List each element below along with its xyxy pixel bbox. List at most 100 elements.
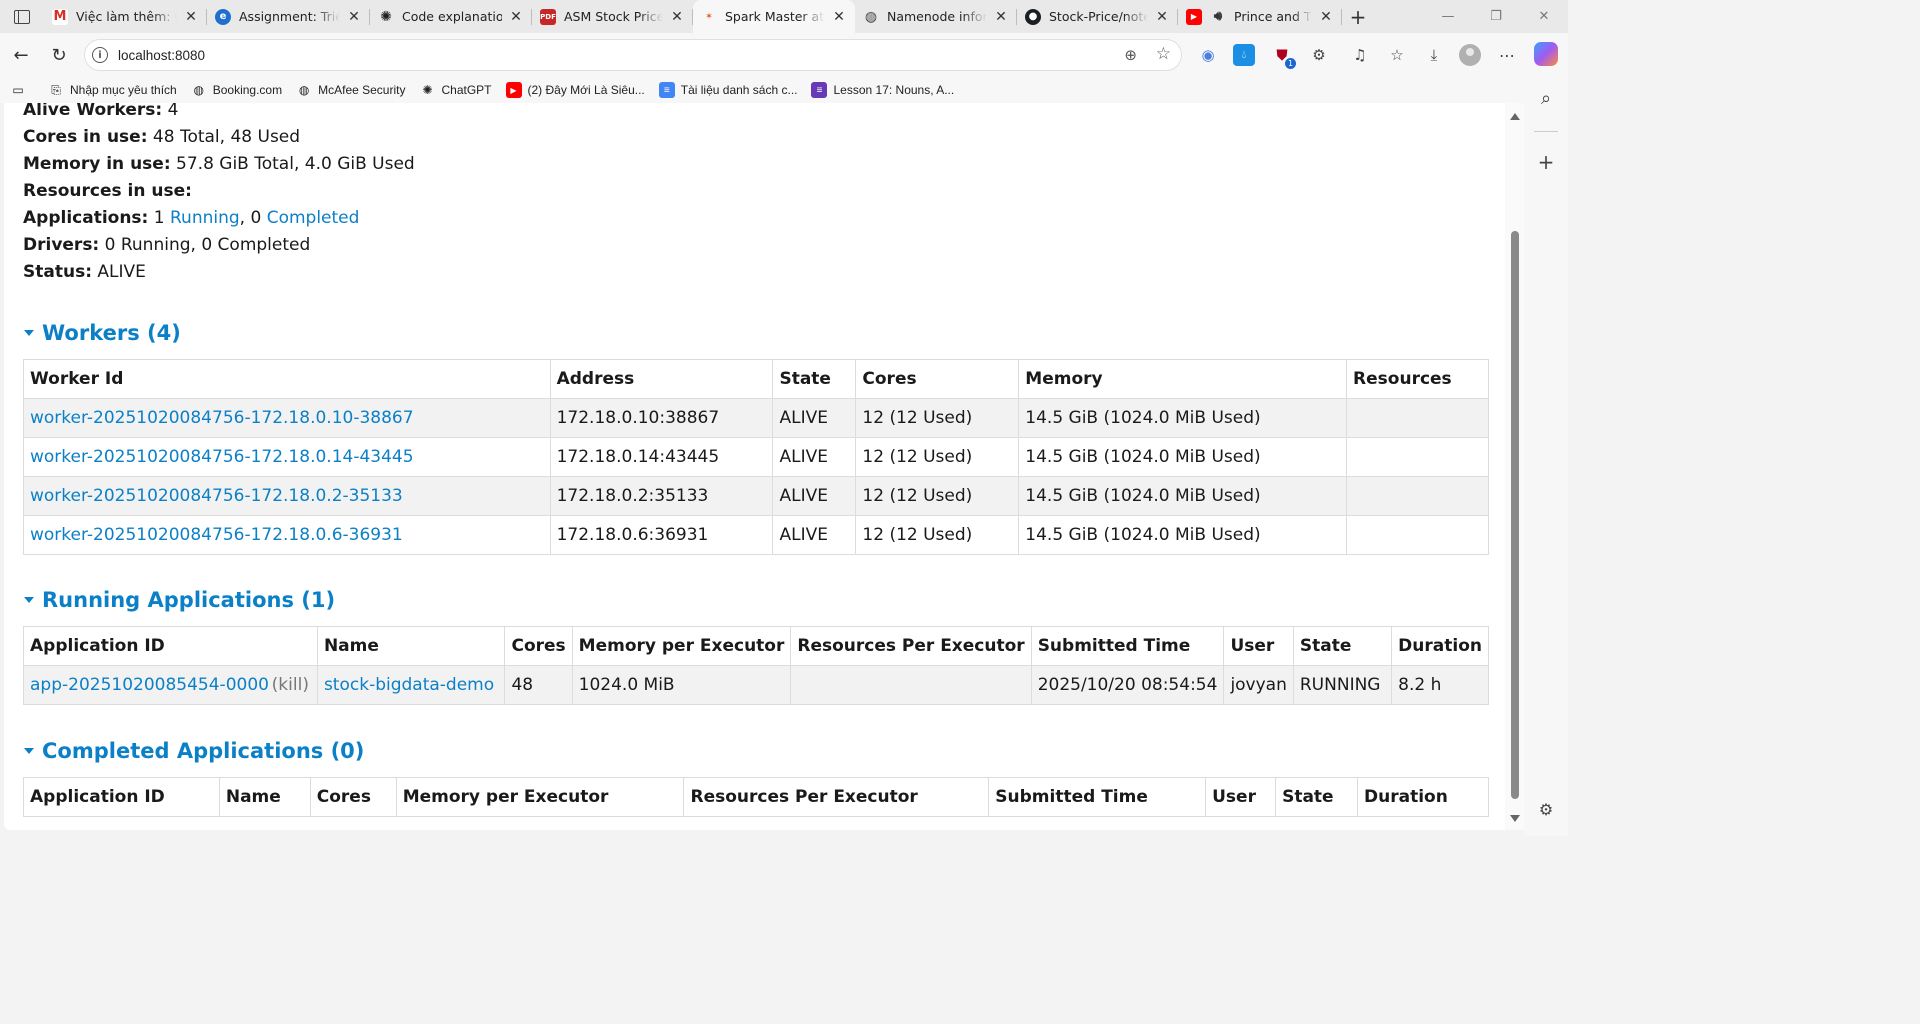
column-header[interactable]: Name <box>316 626 506 666</box>
workspaces-button[interactable] <box>0 0 44 33</box>
column-header[interactable]: User <box>1223 626 1294 666</box>
column-header[interactable]: Resources Per Executor <box>683 777 990 817</box>
scrollbar-thumb[interactable] <box>1511 231 1519 799</box>
worker-resources <box>1346 398 1489 438</box>
app-id-link[interactable]: app-20251020085454-0000 <box>30 675 269 695</box>
google-forms-icon: ≡ <box>811 82 828 98</box>
worker-id-link[interactable]: worker-20251020084756-172.18.0.10-38867 <box>30 408 414 428</box>
extension-search-icon[interactable]: ◉ <box>1197 44 1219 66</box>
scroll-up-arrow-icon[interactable] <box>1510 113 1520 120</box>
kill-app-link[interactable]: (kill) <box>272 675 309 695</box>
running-apps-section-toggle[interactable]: Running Applications (1) <box>23 585 1493 615</box>
column-header[interactable]: Cores <box>504 626 573 666</box>
profile-avatar[interactable] <box>1459 44 1481 66</box>
tab-1[interactable]: e Assignment: Triển ✕ <box>207 0 370 33</box>
extension-shield-icon[interactable]: ⛊ 1 <box>1271 44 1296 69</box>
tab-7[interactable]: ▶ 🔊︎ Prince and Th ✕ <box>1178 0 1342 33</box>
close-tab-icon[interactable]: ✕ <box>346 9 362 25</box>
bookmark-item[interactable]: ⎘ Nhập mục yêu thích <box>48 82 177 98</box>
new-tab-button[interactable]: + <box>1342 5 1374 29</box>
media-control-icon[interactable]: ♫ <box>1349 44 1371 66</box>
completed-apps-link[interactable]: Completed <box>267 208 360 228</box>
tab-strip: M Việc làm thêm: Cố ✕ e Assignment: Triể… <box>0 0 1568 33</box>
extensions-puzzle-icon[interactable]: ⚙ <box>1308 44 1330 66</box>
column-header[interactable]: Resources <box>1346 359 1489 399</box>
chatgpt-icon: ✺ <box>380 8 392 25</box>
column-header[interactable]: Duration <box>1391 626 1489 666</box>
tab-2[interactable]: ✺ Code explanation ✕ <box>370 0 532 33</box>
minimize-icon[interactable]: — <box>1424 0 1472 33</box>
page-scrollbar[interactable] <box>1505 103 1524 830</box>
column-header[interactable]: Address <box>549 359 774 399</box>
worker-state: ALIVE <box>772 398 857 438</box>
tab-5[interactable]: ◍ Namenode inform ✕ <box>855 0 1017 33</box>
bookmark-item[interactable]: ▶ (2) Đây Mới Là Siêu... <box>505 82 645 98</box>
column-header[interactable]: Submitted Time <box>988 777 1207 817</box>
bookmark-item[interactable]: ✺ ChatGPT <box>419 82 491 98</box>
column-header[interactable]: Resources Per Executor <box>790 626 1032 666</box>
back-arrow-icon[interactable]: ← <box>2 39 40 71</box>
bookmark-item[interactable]: ◍ McAfee Security <box>296 82 406 98</box>
workers-section-toggle[interactable]: Workers (4) <box>23 318 1493 348</box>
more-menu-icon[interactable]: ⋯ <box>1496 44 1518 66</box>
favorites-icon[interactable]: ☆ <box>1386 44 1408 66</box>
column-header[interactable]: Worker Id <box>23 359 551 399</box>
tab-3[interactable]: PDF ASM Stock Price B ✕ <box>532 0 693 33</box>
tab-0[interactable]: M Việc làm thêm: Cố ✕ <box>44 0 207 33</box>
column-header[interactable]: State <box>1292 626 1393 666</box>
url-text[interactable]: localhost:8080 <box>118 48 205 63</box>
worker-id-link[interactable]: worker-20251020084756-172.18.0.6-36931 <box>30 525 403 545</box>
restore-icon[interactable]: ❐ <box>1472 0 1520 33</box>
bookmark-item[interactable]: ◍ Booking.com <box>191 82 282 98</box>
close-tab-icon[interactable]: ✕ <box>1318 9 1334 25</box>
downloads-icon[interactable]: ⤓ <box>1423 44 1445 66</box>
zoom-icon[interactable]: ⊕ <box>1124 46 1137 64</box>
column-header[interactable]: Cores <box>309 777 397 817</box>
column-header[interactable]: Memory per Executor <box>395 777 685 817</box>
collapse-arrow-icon <box>24 748 34 754</box>
running-apps-link[interactable]: Running <box>170 208 240 228</box>
bookmark-item[interactable]: ≡ Tài liệu danh sách c... <box>658 82 797 98</box>
address-bar[interactable]: i localhost:8080 ⊕ ☆ <box>84 39 1182 71</box>
table-row: worker-20251020084756-172.18.0.14-43445 … <box>23 437 1489 477</box>
search-icon[interactable]: ⌕ <box>1535 87 1557 109</box>
add-icon[interactable]: + <box>1535 150 1557 174</box>
app-name-link[interactable]: stock-bigdata-demo <box>324 675 494 695</box>
site-info-icon[interactable]: i <box>92 47 108 63</box>
copilot-icon[interactable] <box>1534 42 1558 66</box>
bookmarks-toggle-icon[interactable]: ▭ <box>10 82 32 98</box>
close-tab-icon[interactable]: ✕ <box>669 9 685 25</box>
settings-gear-icon[interactable]: ⚙ <box>1535 798 1557 820</box>
column-header[interactable]: Cores <box>855 359 1020 399</box>
column-header[interactable]: State <box>772 359 857 399</box>
column-header[interactable]: Duration <box>1357 777 1489 817</box>
favorite-star-icon[interactable]: ☆ <box>1156 44 1171 64</box>
bookmark-item[interactable]: ≡ Lesson 17: Nouns, A... <box>811 82 954 98</box>
reload-icon[interactable]: ↻ <box>40 39 78 71</box>
close-tab-icon[interactable]: ✕ <box>831 9 847 25</box>
close-window-icon[interactable]: ✕ <box>1520 0 1568 33</box>
status-row: Status: ALIVE <box>23 259 1493 286</box>
column-header[interactable]: Submitted Time <box>1030 626 1225 666</box>
column-header[interactable]: Name <box>218 777 311 817</box>
column-header[interactable]: Memory per Executor <box>571 626 792 666</box>
column-header[interactable]: Application ID <box>23 626 318 666</box>
close-tab-icon[interactable]: ✕ <box>508 9 524 25</box>
tab-4[interactable]: ✶ Spark Master at sp ✕ <box>693 0 855 33</box>
close-tab-icon[interactable]: ✕ <box>1154 9 1170 25</box>
running-apps-heading: Running Applications (1) <box>42 588 336 612</box>
column-header[interactable]: Application ID <box>23 777 220 817</box>
column-header[interactable]: State <box>1275 777 1359 817</box>
close-tab-icon[interactable]: ✕ <box>993 9 1009 25</box>
worker-id-link[interactable]: worker-20251020084756-172.18.0.14-43445 <box>30 447 414 467</box>
column-header[interactable]: Memory <box>1018 359 1348 399</box>
completed-apps-section-toggle[interactable]: Completed Applications (0) <box>23 736 1493 766</box>
summary-value: 57.8 GiB Total, 4.0 GiB Used <box>176 154 415 174</box>
extension-drop-icon[interactable]: 💧︎ <box>1233 44 1255 66</box>
worker-id-link[interactable]: worker-20251020084756-172.18.0.2-35133 <box>30 486 403 506</box>
audio-playing-icon[interactable]: 🔊︎ <box>1210 9 1226 25</box>
column-header[interactable]: User <box>1205 777 1277 817</box>
close-tab-icon[interactable]: ✕ <box>183 9 199 25</box>
scroll-down-arrow-icon[interactable] <box>1510 815 1520 822</box>
tab-6[interactable]: ● Stock-Price/noteb ✕ <box>1017 0 1178 33</box>
